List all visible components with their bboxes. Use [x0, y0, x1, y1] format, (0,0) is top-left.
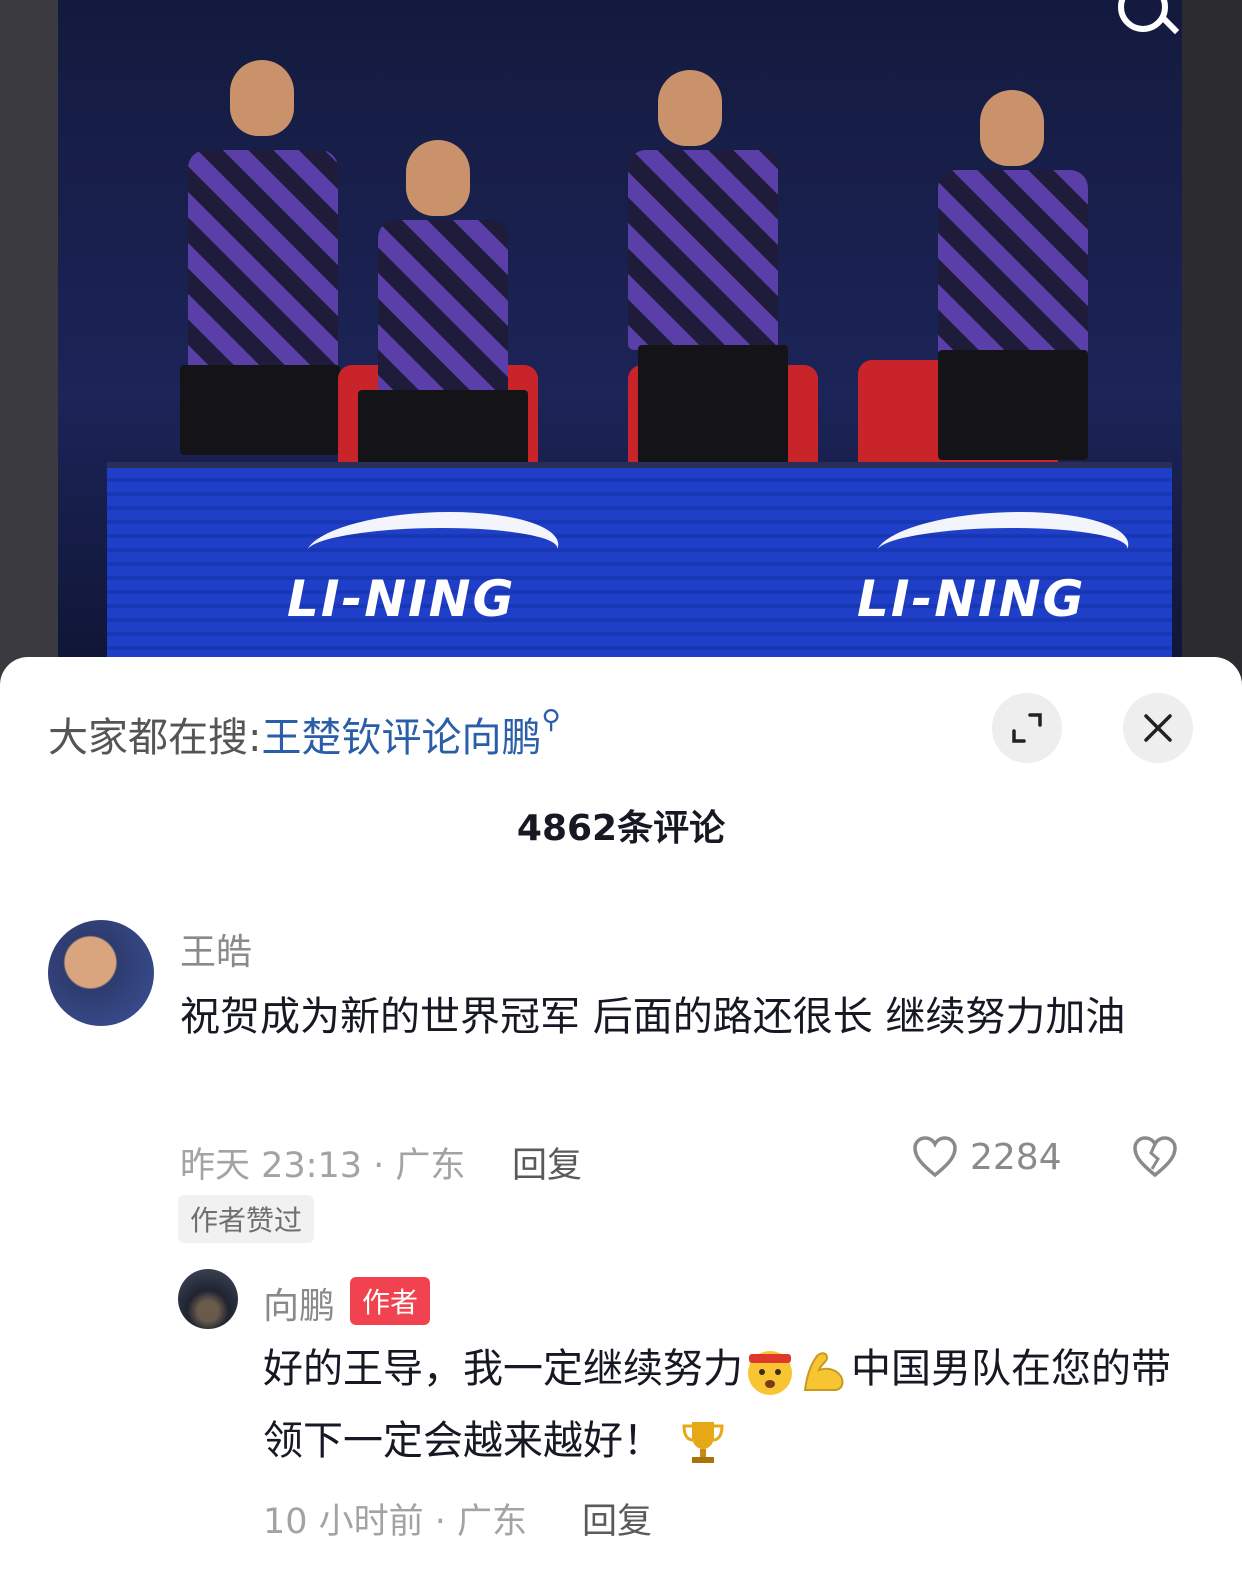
trophy-icon — [682, 1422, 724, 1463]
close-icon — [1144, 714, 1172, 742]
sponsor-board: LI-NING LI-NING — [107, 462, 1172, 666]
search-icon: ⚲ — [541, 705, 561, 735]
avatar[interactable] — [48, 920, 154, 1026]
comment-count: 4862条评论 — [516, 808, 726, 849]
reply-time-location: 10 小时前 · 广东 — [263, 1502, 528, 1542]
like-count: 2284 — [970, 1137, 1062, 1178]
hot-search-bar: 大家都在搜:王楚钦评论向鹏⚲ — [48, 705, 561, 763]
brand-logo: LI-NING — [857, 492, 1157, 632]
reply-author[interactable]: 向鹏 — [263, 1277, 335, 1329]
broken-heart-icon[interactable] — [1132, 1135, 1178, 1179]
reply-text: 好的王导，我一定继续努力 中国男队在您的带领下一定会越来越好！ — [263, 1333, 1193, 1477]
expand-icon — [1012, 713, 1042, 743]
comment-time-location: 昨天 23:13 · 广东 — [180, 1146, 466, 1186]
close-button[interactable] — [1123, 693, 1193, 763]
reply-button[interactable]: 回复 — [512, 1137, 582, 1188]
reply-button[interactable]: 回复 — [582, 1493, 652, 1544]
photo-right-edge — [1182, 0, 1242, 700]
flexed-biceps-icon — [803, 1352, 844, 1391]
heart-icon[interactable] — [912, 1135, 958, 1179]
hot-search-link[interactable]: 王楚钦评论向鹏 — [261, 715, 541, 761]
reply-text-part1: 好的王导，我一定继续努力 — [263, 1346, 743, 1392]
expand-button[interactable] — [992, 693, 1062, 763]
liked-by-author-badge: 作者赞过 — [178, 1195, 315, 1243]
hot-search-label: 大家都在搜: — [48, 715, 262, 761]
avatar[interactable] — [178, 1269, 238, 1329]
comments-sheet: 大家都在搜:王楚钦评论向鹏⚲ 4862条评论 王皓 祝贺成为新的世界冠军 后面的… — [0, 657, 1242, 1583]
photo-left-edge — [0, 0, 58, 700]
post-photo[interactable]: LI-NING LI-NING — [0, 0, 1242, 700]
comment-text: 祝贺成为新的世界冠军 后面的路还很长 继续努力加油 — [180, 994, 1126, 1040]
brand-logo: LI-NING — [287, 492, 587, 632]
author-badge: 作者 — [350, 1277, 431, 1325]
comment-author[interactable]: 王皓 — [180, 923, 252, 975]
determined-face-emoji-icon — [748, 1351, 792, 1395]
